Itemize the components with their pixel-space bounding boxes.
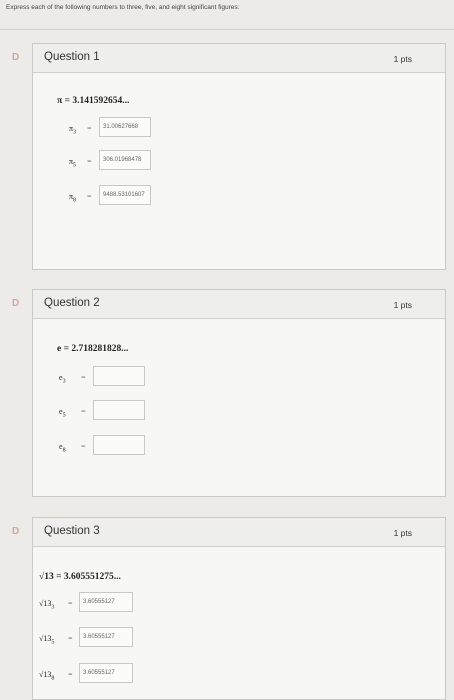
answer-label: √133: [39, 599, 55, 611]
answer-input[interactable]: 31.00627668: [99, 117, 151, 137]
answer-input[interactable]: 3.60555127: [79, 627, 133, 647]
answer-input[interactable]: 3.60555127: [79, 663, 133, 683]
flag-icon[interactable]: D: [12, 298, 19, 309]
answer-input[interactable]: [93, 366, 145, 386]
equals-sign: =: [68, 670, 73, 679]
given-value: √13 = 3.605551275...: [39, 572, 121, 582]
answer-label: π5: [69, 157, 77, 169]
equals-sign: =: [87, 124, 92, 133]
answer-label: e3: [59, 373, 66, 385]
answer-label: e8: [59, 442, 66, 454]
instruction-text: Express each of the following numbers to…: [6, 4, 240, 11]
question-points: 1 pts: [393, 528, 412, 538]
answer-label: e5: [59, 407, 66, 419]
answer-label: π3: [69, 124, 77, 136]
given-value: e = 2.718281828...: [57, 344, 129, 354]
equals-sign: =: [81, 373, 86, 382]
question-card-3: Question 3 1 pts √13 = 3.605551275... √1…: [32, 517, 446, 700]
question-header: Question 3 1 pts: [33, 518, 445, 547]
answer-input[interactable]: 9488.53101607: [99, 185, 151, 205]
divider: [0, 29, 454, 30]
equals-sign: =: [81, 407, 86, 416]
answer-input[interactable]: 306.01968478: [99, 150, 151, 170]
flag-icon[interactable]: D: [12, 52, 19, 63]
equals-sign: =: [87, 157, 92, 166]
equals-sign: =: [81, 442, 86, 451]
answer-input[interactable]: 3.60555127: [79, 592, 133, 612]
question-card-2: Question 2 1 pts e = 2.718281828... e3 =…: [32, 289, 446, 497]
question-title: Question 3: [44, 525, 100, 537]
question-header: Question 1 1 pts: [33, 44, 445, 73]
question-points: 1 pts: [393, 54, 412, 64]
question-title: Question 1: [44, 51, 100, 63]
equals-sign: =: [68, 599, 73, 608]
equals-sign: =: [87, 192, 92, 201]
answer-input[interactable]: [93, 435, 145, 455]
given-value: π = 3.141592654...: [57, 96, 130, 106]
answer-label: π8: [69, 192, 77, 204]
answer-input[interactable]: [93, 400, 145, 420]
question-title: Question 2: [44, 297, 100, 309]
question-card-1: Question 1 1 pts π = 3.141592654... π3 =…: [32, 43, 446, 270]
equals-sign: =: [68, 634, 73, 643]
question-header: Question 2 1 pts: [33, 290, 445, 319]
flag-icon[interactable]: D: [12, 526, 19, 537]
question-points: 1 pts: [393, 300, 412, 310]
answer-label: √135: [39, 634, 55, 646]
answer-label: √138: [39, 670, 55, 682]
